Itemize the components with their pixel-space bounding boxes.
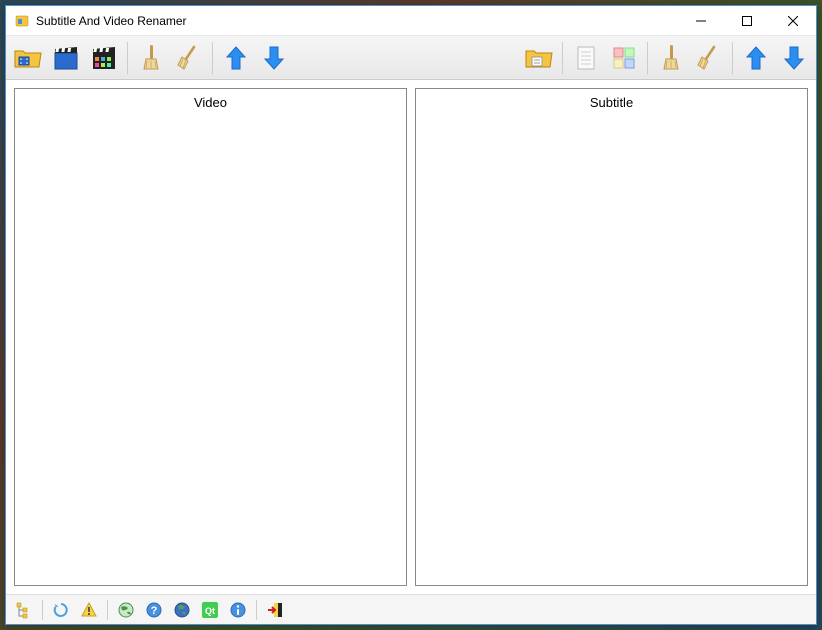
- clear-video-button[interactable]: [133, 40, 169, 76]
- globe-icon: [117, 601, 135, 619]
- info-icon: [229, 601, 247, 619]
- svg-text:Qt: Qt: [205, 606, 215, 616]
- info-button[interactable]: [226, 598, 250, 622]
- video-list[interactable]: [15, 117, 406, 585]
- about-button[interactable]: [170, 598, 194, 622]
- minimize-button[interactable]: [678, 6, 724, 36]
- bottom-toolbar: ? Qt: [6, 594, 816, 624]
- clear-subtitle-button[interactable]: [653, 40, 689, 76]
- toolbar-separator: [647, 42, 648, 74]
- web-button[interactable]: [114, 598, 138, 622]
- clapper-color-icon: [89, 43, 119, 73]
- video-panel-header: Video: [15, 89, 406, 117]
- window-title: Subtitle And Video Renamer: [36, 14, 678, 28]
- add-video-button[interactable]: [48, 40, 84, 76]
- help-icon: ?: [145, 601, 163, 619]
- open-subtitle-folder-button[interactable]: [521, 40, 557, 76]
- open-video-folder-button[interactable]: [10, 40, 46, 76]
- earth-icon: [173, 601, 191, 619]
- warning-icon: [80, 601, 98, 619]
- color-squares-icon: [609, 43, 639, 73]
- tree-view-button[interactable]: [12, 598, 36, 622]
- warning-button[interactable]: [77, 598, 101, 622]
- folder-video-icon: [13, 43, 43, 73]
- subtitle-list[interactable]: [416, 117, 807, 585]
- content-area: Video Subtitle: [6, 80, 816, 594]
- broom-icon: [174, 43, 204, 73]
- move-video-down-button[interactable]: [256, 40, 292, 76]
- top-toolbar: [6, 36, 816, 80]
- toolbar-separator: [127, 42, 128, 74]
- exit-icon: [266, 601, 284, 619]
- qt-about-button[interactable]: Qt: [198, 598, 222, 622]
- move-subtitle-up-button[interactable]: [738, 40, 774, 76]
- qt-icon: Qt: [201, 601, 219, 619]
- remove-subtitle-button[interactable]: [691, 40, 727, 76]
- document-icon: [571, 43, 601, 73]
- exit-button[interactable]: [263, 598, 287, 622]
- add-subtitle-button[interactable]: [568, 40, 604, 76]
- remove-video-button[interactable]: [171, 40, 207, 76]
- arrow-down-icon: [259, 43, 289, 73]
- brush-clean-icon: [656, 43, 686, 73]
- toolbar-separator: [256, 600, 257, 620]
- app-window: Subtitle And Video Renamer: [5, 5, 817, 625]
- arrow-up-icon: [221, 43, 251, 73]
- toolbar-separator: [107, 600, 108, 620]
- move-video-up-button[interactable]: [218, 40, 254, 76]
- help-button[interactable]: ?: [142, 598, 166, 622]
- add-multi-subtitle-button[interactable]: [606, 40, 642, 76]
- subtitle-panel-header: Subtitle: [416, 89, 807, 117]
- toolbar-separator: [42, 600, 43, 620]
- subtitle-panel[interactable]: Subtitle: [415, 88, 808, 586]
- folder-subtitle-icon: [524, 43, 554, 73]
- clapper-blue-icon: [51, 43, 81, 73]
- maximize-button[interactable]: [724, 6, 770, 36]
- broom-icon: [694, 43, 724, 73]
- app-icon: [14, 13, 30, 29]
- video-panel[interactable]: Video: [14, 88, 407, 586]
- arrow-down-icon: [779, 43, 809, 73]
- tree-icon: [15, 601, 33, 619]
- arrow-up-icon: [741, 43, 771, 73]
- refresh-icon: [52, 601, 70, 619]
- brush-clean-icon: [136, 43, 166, 73]
- titlebar: Subtitle And Video Renamer: [6, 6, 816, 36]
- refresh-button[interactable]: [49, 598, 73, 622]
- svg-text:?: ?: [151, 605, 158, 617]
- add-multi-video-button[interactable]: [86, 40, 122, 76]
- toolbar-separator: [212, 42, 213, 74]
- close-button[interactable]: [770, 6, 816, 36]
- window-controls: [678, 6, 816, 36]
- move-subtitle-down-button[interactable]: [776, 40, 812, 76]
- toolbar-separator: [732, 42, 733, 74]
- toolbar-separator: [562, 42, 563, 74]
